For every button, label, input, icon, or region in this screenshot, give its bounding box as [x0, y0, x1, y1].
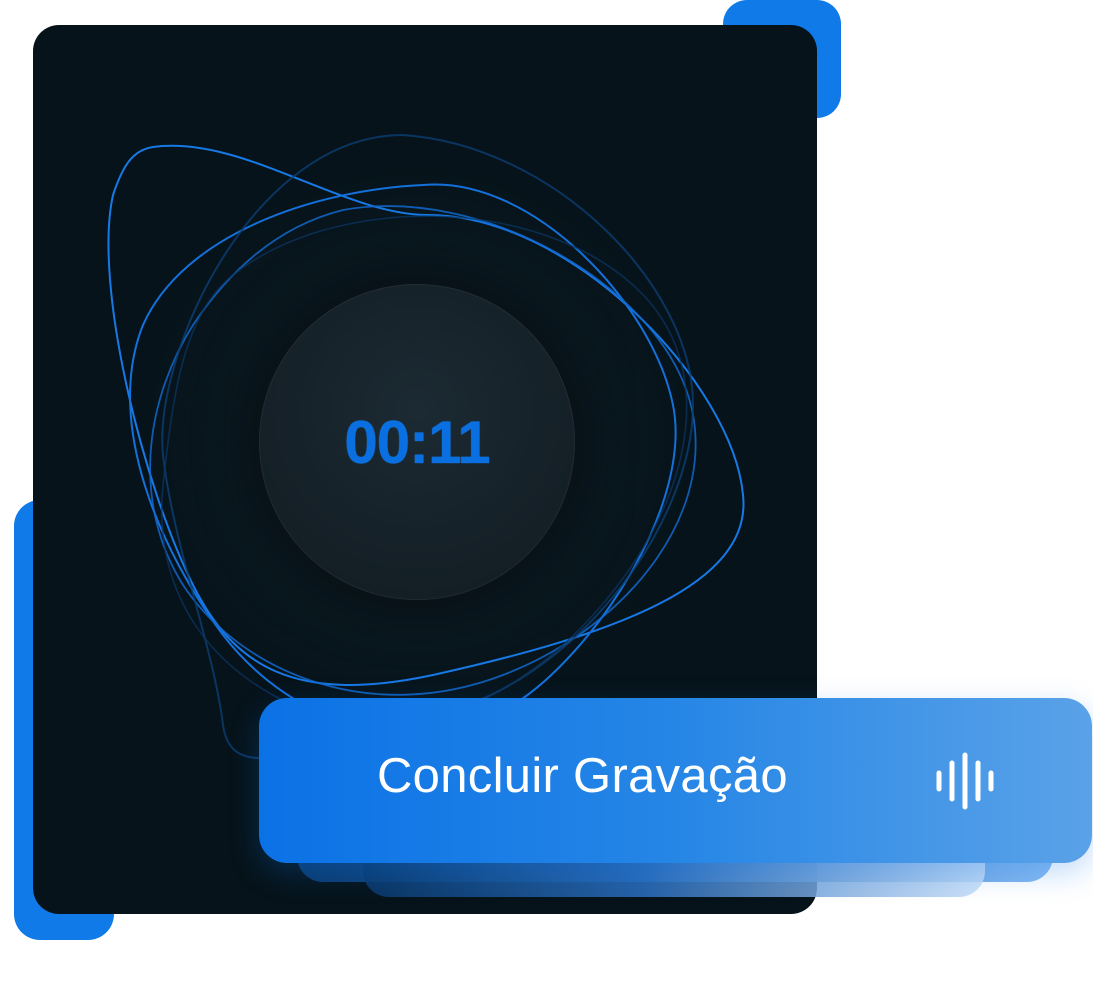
elapsed-time: 00:11 — [344, 408, 490, 476]
finish-recording-label: Concluir Gravação — [377, 749, 788, 803]
finish-recording-button[interactable]: Concluir Gravação — [259, 698, 1092, 863]
timer-display: 00:11 — [259, 284, 575, 600]
audio-waveform-icon — [936, 752, 994, 810]
recording-screen: 00:11 Concluir Gravação — [0, 0, 1093, 981]
